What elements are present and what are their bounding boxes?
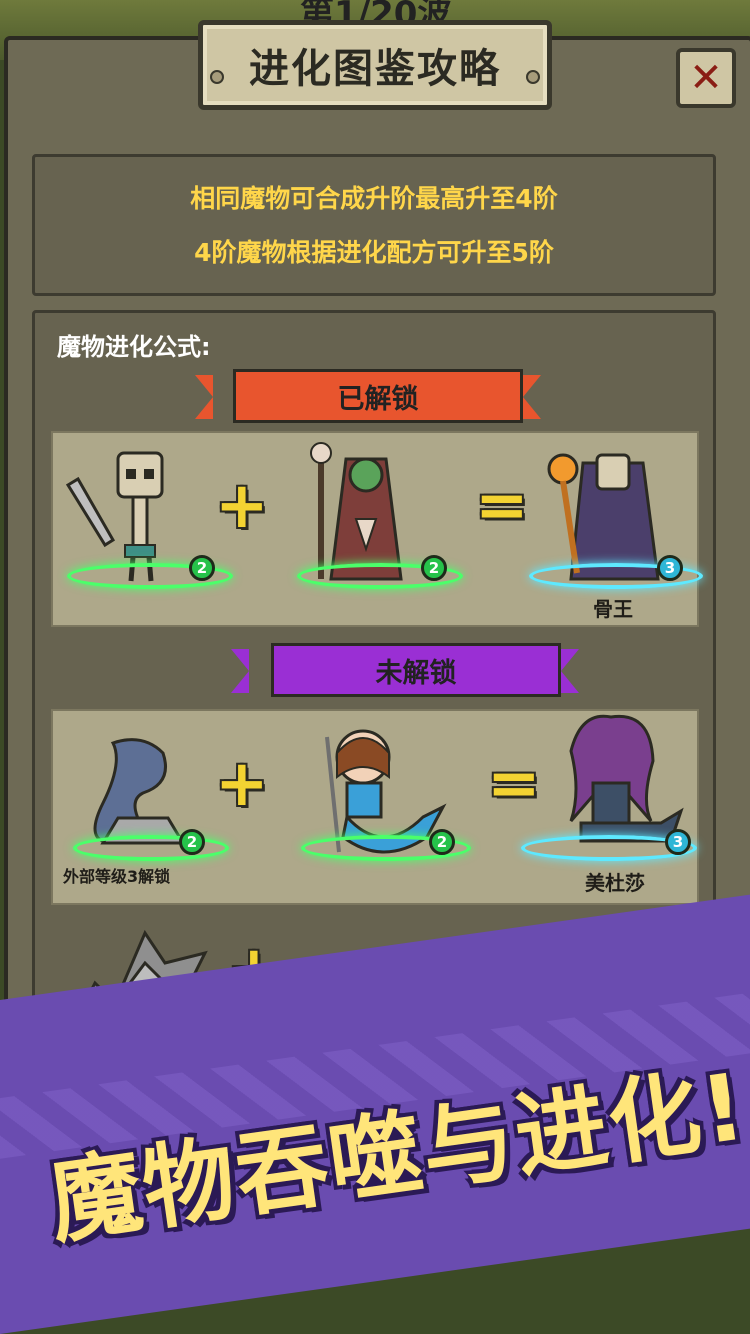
locked-ribbon-label: 未解锁 xyxy=(375,657,457,689)
dialog-title: 进化图鉴攻略 xyxy=(249,46,501,92)
ribbon-tail-right xyxy=(561,649,579,693)
rivet-icon xyxy=(526,70,540,84)
ribbon-tail-left xyxy=(231,649,249,693)
rivet-icon xyxy=(210,70,224,84)
equals-icon: = xyxy=(487,747,541,821)
tier-badge: 3 xyxy=(657,555,683,581)
unlock-hint: 外部等级3解锁 xyxy=(63,867,171,886)
monster-name: 美杜莎 xyxy=(585,871,645,895)
locked-ribbon: 未解锁 xyxy=(271,643,561,697)
tier-badge: 2 xyxy=(179,829,205,855)
ribbon-tail-left xyxy=(195,375,213,419)
plus-icon: + xyxy=(215,469,269,543)
close-button[interactable]: ✕ xyxy=(676,48,736,108)
info-line-2: 4阶魔物根据进化配方可升至5阶 xyxy=(194,238,554,267)
plus-icon: + xyxy=(215,747,269,821)
unlocked-ribbon: 已解锁 xyxy=(233,369,523,423)
tier-badge: 2 xyxy=(429,829,455,855)
tier-badge: 2 xyxy=(421,555,447,581)
equals-icon: = xyxy=(475,469,529,543)
tier-badge: 3 xyxy=(665,829,691,855)
recipe-row[interactable]: 2 + 2 = 3 骨王 xyxy=(51,431,703,627)
recipe-row[interactable]: 2 外部等级3解锁 + 2 = 3 美杜莎 xyxy=(51,709,699,905)
tier-badge: 2 xyxy=(189,555,215,581)
unlocked-ribbon-label: 已解锁 xyxy=(337,383,419,415)
summon-ring xyxy=(73,835,229,861)
dialog-title-plaque: 进化图鉴攻略 xyxy=(198,20,552,110)
monster-name: 骨王 xyxy=(593,597,633,621)
formula-label: 魔物进化公式: xyxy=(57,333,211,361)
info-box: 相同魔物可合成升阶最高升至4阶 4阶魔物根据进化配方可升至5阶 xyxy=(32,154,716,296)
info-line-1: 相同魔物可合成升阶最高升至4阶 xyxy=(190,184,558,213)
ribbon-tail-right xyxy=(523,375,541,419)
